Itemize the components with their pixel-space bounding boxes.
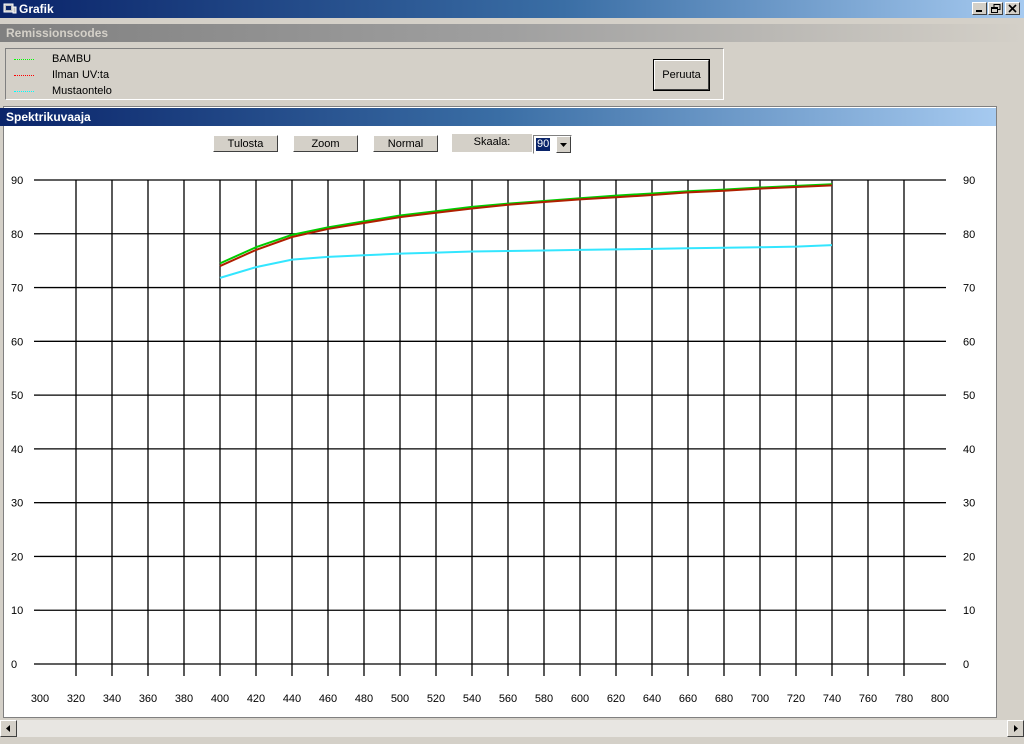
y-tick-label-right: 40 bbox=[963, 444, 975, 456]
x-tick-label: 380 bbox=[175, 693, 193, 705]
y-tick-label-right: 50 bbox=[963, 390, 975, 402]
x-tick-label: 800 bbox=[931, 693, 949, 705]
y-tick-label-right: 60 bbox=[963, 336, 975, 348]
x-tick-label: 640 bbox=[643, 693, 661, 705]
y-tick-label-right: 20 bbox=[963, 551, 975, 563]
x-tick-label: 700 bbox=[751, 693, 769, 705]
x-tick-label: 740 bbox=[823, 693, 841, 705]
x-tick-label: 400 bbox=[211, 693, 229, 705]
y-tick-label-left: 30 bbox=[11, 498, 23, 510]
x-tick-label: 660 bbox=[679, 693, 697, 705]
x-tick-label: 520 bbox=[427, 693, 445, 705]
y-tick-label-right: 80 bbox=[963, 229, 975, 241]
y-tick-label-right: 70 bbox=[963, 283, 975, 295]
x-tick-label: 440 bbox=[283, 693, 301, 705]
x-tick-label: 760 bbox=[859, 693, 877, 705]
x-tick-label: 560 bbox=[499, 693, 517, 705]
y-tick-label-left: 80 bbox=[11, 229, 23, 241]
y-tick-label-left: 10 bbox=[11, 605, 23, 617]
x-tick-label: 480 bbox=[355, 693, 373, 705]
y-tick-label-left: 40 bbox=[11, 444, 23, 456]
x-tick-label: 600 bbox=[571, 693, 589, 705]
scroll-right-icon bbox=[1014, 725, 1018, 732]
x-tick-label: 720 bbox=[787, 693, 805, 705]
x-tick-label: 580 bbox=[535, 693, 553, 705]
x-tick-label: 500 bbox=[391, 693, 409, 705]
x-tick-label: 780 bbox=[895, 693, 913, 705]
y-tick-label-left: 60 bbox=[11, 336, 23, 348]
x-tick-label: 620 bbox=[607, 693, 625, 705]
x-tick-label: 300 bbox=[31, 693, 49, 705]
x-tick-label: 320 bbox=[67, 693, 85, 705]
y-tick-label-left: 20 bbox=[11, 551, 23, 563]
graph-section-title: Spektrikuvaaja bbox=[6, 110, 91, 124]
scroll-left-button[interactable] bbox=[0, 720, 17, 737]
graph-section-header: Spektrikuvaaja bbox=[0, 108, 996, 126]
x-tick-label: 360 bbox=[139, 693, 157, 705]
y-tick-label-left: 90 bbox=[11, 175, 23, 187]
series-line bbox=[219, 244, 833, 279]
y-tick-label-right: 0 bbox=[963, 659, 969, 671]
y-tick-label-left: 70 bbox=[11, 283, 23, 295]
x-tick-label: 460 bbox=[319, 693, 337, 705]
y-tick-label-right: 90 bbox=[963, 175, 975, 187]
scroll-left-icon bbox=[6, 725, 10, 732]
y-tick-label-left: 0 bbox=[11, 659, 17, 671]
x-tick-label: 680 bbox=[715, 693, 733, 705]
scroll-right-button[interactable] bbox=[1007, 720, 1024, 737]
x-tick-label: 540 bbox=[463, 693, 481, 705]
horizontal-scrollbar[interactable] bbox=[0, 720, 1024, 737]
x-tick-label: 420 bbox=[247, 693, 265, 705]
y-tick-label-left: 50 bbox=[11, 390, 23, 402]
y-tick-label-right: 10 bbox=[963, 605, 975, 617]
y-tick-label-right: 30 bbox=[963, 498, 975, 510]
series-line bbox=[219, 184, 833, 267]
x-tick-label: 340 bbox=[103, 693, 121, 705]
